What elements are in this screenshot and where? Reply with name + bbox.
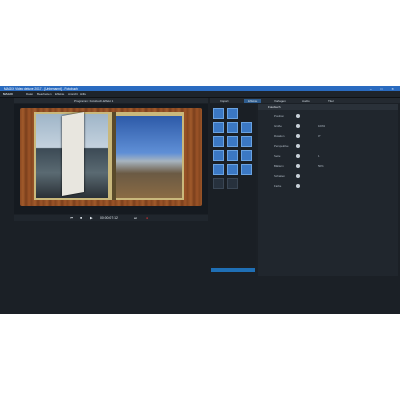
menu-item[interactable]: Datei [26, 92, 33, 96]
menu-item[interactable]: Effekte [55, 92, 64, 96]
effect-title: Fotobuch [268, 105, 281, 110]
param-value: 100% [318, 124, 326, 128]
effect-tile-icon[interactable] [241, 122, 252, 133]
effect-tile-icon[interactable] [227, 178, 238, 189]
param-label: Größe [274, 124, 282, 128]
effect-tile-icon[interactable] [227, 150, 238, 161]
transport-bar: ⏮ ■ ▶ 00:00:07:12 ⏭ ● [14, 215, 208, 221]
param-label: Position [274, 114, 284, 118]
effect-settings-panel: Position Größe 100% Rotation 0° Perspekt… [258, 104, 398, 276]
param-knob[interactable] [296, 174, 300, 178]
effect-icon-grid [210, 104, 256, 266]
param-label: Perspektive [274, 144, 289, 148]
param-knob[interactable] [296, 114, 300, 118]
record-icon[interactable]: ● [146, 216, 148, 220]
effect-tile-icon[interactable] [213, 136, 224, 147]
param-row: Position [258, 112, 398, 121]
param-label: Rotation [274, 134, 285, 138]
param-row: Farbe [258, 182, 398, 191]
effect-tile-icon[interactable] [227, 122, 238, 133]
effect-tile-icon[interactable] [241, 150, 252, 161]
menu-item[interactable]: Bearbeiten [37, 92, 52, 96]
tab-effects[interactable]: Effekte [244, 98, 262, 103]
window-controls[interactable]: – □ ✕ [370, 87, 398, 91]
effect-tile-icon[interactable] [227, 164, 238, 175]
effect-header: Fotobuch [258, 104, 398, 110]
param-row: Rotation 0° [258, 132, 398, 141]
app-window: MAGIX Video deluxe 2017 - [Unbenannt] - … [0, 86, 400, 314]
effect-tile-icon[interactable] [213, 108, 224, 119]
effect-tile-icon[interactable] [227, 108, 238, 119]
effect-tile-icon[interactable] [241, 136, 252, 147]
tab-audio[interactable]: Audio [302, 99, 310, 103]
tab-titles[interactable]: Titel [328, 99, 334, 103]
param-knob[interactable] [296, 154, 300, 158]
photo-right-page [116, 116, 182, 198]
effect-tile-icon[interactable] [227, 136, 238, 147]
play-icon[interactable]: ▶ [90, 216, 93, 220]
menu-item[interactable]: Ansicht [68, 92, 78, 96]
preview-title: Programm: Fotobuch-Effekt 1 [74, 98, 114, 103]
param-label: Schatten [274, 174, 286, 178]
param-row: Blättern 50% [258, 162, 398, 171]
param-value: 0° [318, 134, 321, 138]
timecode: 00:00:07:12 [100, 216, 118, 220]
turning-page [62, 112, 84, 196]
menu-item[interactable]: Hilfe [80, 92, 86, 96]
right-panel-tabs: Import Effekte Vorlagen Audio Titel [210, 98, 400, 103]
param-knob[interactable] [296, 144, 300, 148]
effect-tile-icon[interactable] [213, 150, 224, 161]
effect-tile-icon[interactable] [213, 178, 224, 189]
param-row: Seite 1 [258, 152, 398, 161]
stop-icon[interactable]: ■ [80, 216, 82, 220]
effect-tile-icon[interactable] [213, 164, 224, 175]
param-value: 1 [318, 154, 320, 158]
window-title: MAGIX Video deluxe 2017 - [Unbenannt] - … [4, 86, 78, 91]
param-row: Perspektive [258, 142, 398, 151]
brand-logo: MAGIX [3, 92, 13, 97]
param-row: Größe 100% [258, 122, 398, 131]
apply-button[interactable] [211, 268, 255, 272]
param-value: 50% [318, 164, 324, 168]
tab-import[interactable]: Import [220, 99, 229, 103]
menu-bar: MAGIX Datei Bearbeiten Effekte Ansicht H… [0, 91, 400, 98]
tab-templates[interactable]: Vorlagen [274, 99, 286, 103]
param-knob[interactable] [296, 124, 300, 128]
param-label: Blättern [274, 164, 284, 168]
param-knob[interactable] [296, 134, 300, 138]
effect-tile-icon[interactable] [241, 164, 252, 175]
param-knob[interactable] [296, 184, 300, 188]
param-label: Seite [274, 154, 281, 158]
param-label: Farbe [274, 184, 282, 188]
effect-tile-icon[interactable] [213, 122, 224, 133]
param-knob[interactable] [296, 164, 300, 168]
param-row: Schatten [258, 172, 398, 181]
skip-back-icon[interactable]: ⏮ [70, 216, 73, 220]
preview-header: Programm: Fotobuch-Effekt 1 [14, 98, 208, 103]
skip-forward-icon[interactable]: ⏭ [134, 216, 137, 220]
